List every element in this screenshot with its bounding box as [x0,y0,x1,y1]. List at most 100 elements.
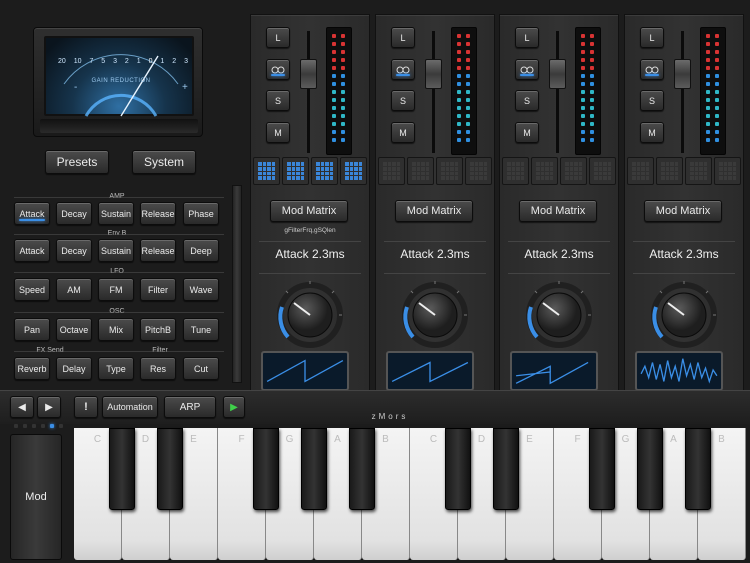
black-key[interactable] [589,428,615,510]
step-pad[interactable] [436,157,463,185]
amp-button-4[interactable]: Phase [183,202,219,225]
fx-button-1[interactable]: Delay [56,357,92,380]
black-key[interactable] [685,428,711,510]
step-pad[interactable] [311,157,338,185]
black-key[interactable] [493,428,519,510]
envb-button-1[interactable]: Decay [56,239,92,262]
lfo-button-3[interactable]: Filter [140,278,176,301]
black-key[interactable] [445,428,471,510]
strip-s-button[interactable]: S [391,90,415,111]
fx-button-2[interactable]: Type [98,357,134,380]
next-button[interactable]: ▶ [37,396,61,418]
step-pad[interactable] [531,157,558,185]
black-key[interactable] [637,428,663,510]
waveform-display [386,351,474,391]
step-pad[interactable] [282,157,309,185]
strip-s-button[interactable]: S [515,90,539,111]
black-key[interactable] [301,428,327,510]
amp-button-1[interactable]: Decay [56,202,92,225]
osc-button-2[interactable]: Mix [98,318,134,341]
play-button[interactable]: ▶ [223,396,245,418]
fx-button-0[interactable]: Reverb [14,357,50,380]
strip-m-button[interactable]: M [515,122,539,143]
volume-fader[interactable] [674,59,691,89]
envb-button-2[interactable]: Sustain [98,239,134,262]
attack-knob[interactable] [266,277,354,353]
strip-l-button[interactable]: L [266,27,290,48]
automation-button[interactable]: Automation [102,396,158,418]
alert-button[interactable]: ! [74,396,98,418]
attack-readout: Attack 2.3ms [524,247,594,261]
mod-wheel[interactable]: Mod [10,434,62,560]
black-key[interactable] [109,428,135,510]
waveform-display [635,351,723,391]
lfo-button-4[interactable]: Wave [183,278,219,301]
group-divider [14,351,224,352]
volume-fader[interactable] [425,59,442,89]
envb-button-4[interactable]: Deep [183,239,219,262]
fx-button-4[interactable]: Cut [183,357,219,380]
black-key[interactable] [349,428,375,510]
strip-link-button[interactable] [515,59,539,80]
strip-l-button[interactable]: L [391,27,415,48]
arp-button[interactable]: ARP [164,396,216,418]
strip-l-button[interactable]: L [515,27,539,48]
attack-knob[interactable] [391,277,479,353]
mod-matrix-button[interactable]: Mod Matrix [519,200,597,222]
strip-s-button[interactable]: S [266,90,290,111]
osc-button-1[interactable]: Octave [56,318,92,341]
lfo-button-1[interactable]: AM [56,278,92,301]
envb-button-3[interactable]: Release [140,239,176,262]
system-button[interactable]: System [132,150,196,174]
step-pad[interactable] [685,157,712,185]
black-key[interactable] [157,428,183,510]
presets-button[interactable]: Presets [45,150,109,174]
strip-divider [508,273,610,274]
strip-m-button[interactable]: M [640,122,664,143]
osc-button-3[interactable]: PitchB [140,318,176,341]
vu-scale-labels: 20 10 7 5 3 2 1 0 1 2 3 [58,58,188,65]
strip-link-button[interactable] [640,59,664,80]
step-pad[interactable] [714,157,741,185]
fx-button-3[interactable]: Res [140,357,176,380]
step-pad[interactable] [589,157,616,185]
strip-l-button[interactable]: L [640,27,664,48]
link-icon [520,66,534,73]
attack-knob[interactable] [640,277,728,353]
step-pad[interactable] [656,157,683,185]
osc-button-4[interactable]: Tune [183,318,219,341]
strip-m-button[interactable]: M [266,122,290,143]
osc-button-0[interactable]: Pan [14,318,50,341]
waveform-graphic [266,359,344,383]
strip-link-button[interactable] [391,59,415,80]
step-pad[interactable] [502,157,529,185]
lfo-button-2[interactable]: FM [98,278,134,301]
volume-fader[interactable] [549,59,566,89]
prev-button[interactable]: ◀ [10,396,34,418]
strip-link-button[interactable] [266,59,290,80]
volume-fader-track [681,31,684,153]
step-pad[interactable] [378,157,405,185]
mod-matrix-button[interactable]: Mod Matrix [644,200,722,222]
strip-m-button[interactable]: M [391,122,415,143]
strip-divider [633,273,735,274]
step-pad[interactable] [340,157,367,185]
volume-fader-track [432,31,435,153]
amp-button-2[interactable]: Sustain [98,202,134,225]
strip-s-button[interactable]: S [640,90,664,111]
lfo-button-0[interactable]: Speed [14,278,50,301]
black-key[interactable] [253,428,279,510]
attack-knob[interactable] [515,277,603,353]
amp-button-3[interactable]: Release [140,202,176,225]
step-pad[interactable] [407,157,434,185]
mod-matrix-button[interactable]: Mod Matrix [270,200,348,222]
vu-plus: + [182,82,188,93]
step-pad[interactable] [465,157,492,185]
step-pad[interactable] [560,157,587,185]
volume-fader[interactable] [300,59,317,89]
mod-matrix-button[interactable]: Mod Matrix [395,200,473,222]
step-pad[interactable] [627,157,654,185]
amp-button-0[interactable]: Attack [14,202,50,225]
envb-button-0[interactable]: Attack [14,239,50,262]
step-pad[interactable] [253,157,280,185]
